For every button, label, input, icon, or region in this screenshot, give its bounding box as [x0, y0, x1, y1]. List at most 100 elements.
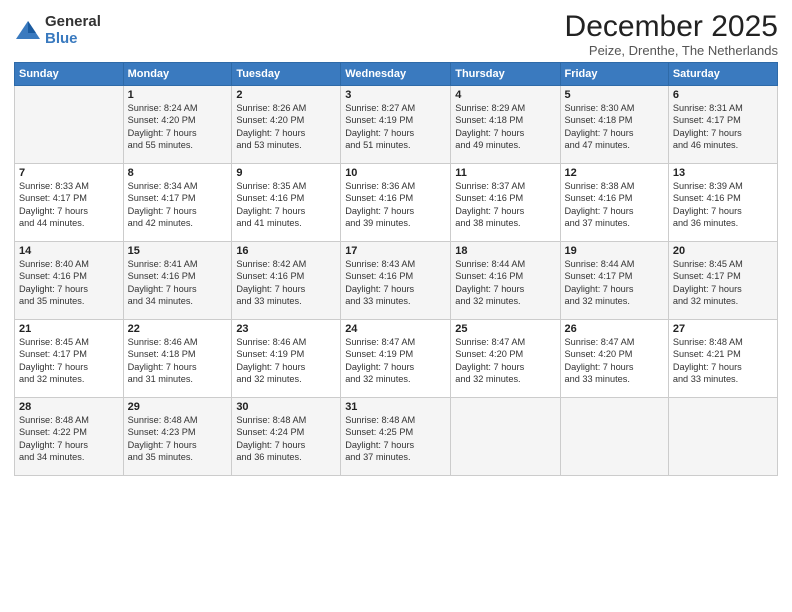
- week-row-1: 7Sunrise: 8:33 AM Sunset: 4:17 PM Daylig…: [15, 164, 778, 242]
- day-info: Sunrise: 8:46 AM Sunset: 4:19 PM Dayligh…: [236, 336, 336, 386]
- day-info: Sunrise: 8:47 AM Sunset: 4:20 PM Dayligh…: [455, 336, 555, 386]
- day-cell: 19Sunrise: 8:44 AM Sunset: 4:17 PM Dayli…: [560, 242, 668, 320]
- day-info: Sunrise: 8:47 AM Sunset: 4:19 PM Dayligh…: [345, 336, 446, 386]
- week-row-0: 1Sunrise: 8:24 AM Sunset: 4:20 PM Daylig…: [15, 86, 778, 164]
- day-info: Sunrise: 8:41 AM Sunset: 4:16 PM Dayligh…: [128, 258, 228, 308]
- day-number: 11: [455, 167, 555, 179]
- title-block: December 2025 Peize, Drenthe, The Nether…: [565, 10, 778, 58]
- day-cell: [451, 398, 560, 476]
- day-cell: 21Sunrise: 8:45 AM Sunset: 4:17 PM Dayli…: [15, 320, 124, 398]
- day-info: Sunrise: 8:26 AM Sunset: 4:20 PM Dayligh…: [236, 102, 336, 152]
- week-row-4: 28Sunrise: 8:48 AM Sunset: 4:22 PM Dayli…: [15, 398, 778, 476]
- day-info: Sunrise: 8:40 AM Sunset: 4:16 PM Dayligh…: [19, 258, 119, 308]
- day-number: 15: [128, 245, 228, 257]
- logo-icon: [14, 17, 42, 45]
- day-number: 2: [236, 89, 336, 101]
- day-info: Sunrise: 8:47 AM Sunset: 4:20 PM Dayligh…: [565, 336, 664, 386]
- day-info: Sunrise: 8:35 AM Sunset: 4:16 PM Dayligh…: [236, 180, 336, 230]
- col-monday: Monday: [123, 63, 232, 86]
- day-cell: 15Sunrise: 8:41 AM Sunset: 4:16 PM Dayli…: [123, 242, 232, 320]
- day-cell: 14Sunrise: 8:40 AM Sunset: 4:16 PM Dayli…: [15, 242, 124, 320]
- header-row: Sunday Monday Tuesday Wednesday Thursday…: [15, 63, 778, 86]
- day-info: Sunrise: 8:45 AM Sunset: 4:17 PM Dayligh…: [673, 258, 773, 308]
- day-cell: 13Sunrise: 8:39 AM Sunset: 4:16 PM Dayli…: [668, 164, 777, 242]
- day-number: 30: [236, 401, 336, 413]
- day-cell: 8Sunrise: 8:34 AM Sunset: 4:17 PM Daylig…: [123, 164, 232, 242]
- week-row-2: 14Sunrise: 8:40 AM Sunset: 4:16 PM Dayli…: [15, 242, 778, 320]
- day-cell: 20Sunrise: 8:45 AM Sunset: 4:17 PM Dayli…: [668, 242, 777, 320]
- day-info: Sunrise: 8:48 AM Sunset: 4:24 PM Dayligh…: [236, 414, 336, 464]
- day-cell: 9Sunrise: 8:35 AM Sunset: 4:16 PM Daylig…: [232, 164, 341, 242]
- day-number: 27: [673, 323, 773, 335]
- day-number: 4: [455, 89, 555, 101]
- day-info: Sunrise: 8:48 AM Sunset: 4:21 PM Dayligh…: [673, 336, 773, 386]
- day-number: 20: [673, 245, 773, 257]
- day-number: 5: [565, 89, 664, 101]
- day-cell: 27Sunrise: 8:48 AM Sunset: 4:21 PM Dayli…: [668, 320, 777, 398]
- day-cell: 17Sunrise: 8:43 AM Sunset: 4:16 PM Dayli…: [341, 242, 451, 320]
- day-info: Sunrise: 8:29 AM Sunset: 4:18 PM Dayligh…: [455, 102, 555, 152]
- page-container: General Blue December 2025 Peize, Drenth…: [0, 0, 792, 484]
- day-cell: 28Sunrise: 8:48 AM Sunset: 4:22 PM Dayli…: [15, 398, 124, 476]
- day-info: Sunrise: 8:24 AM Sunset: 4:20 PM Dayligh…: [128, 102, 228, 152]
- day-cell: 18Sunrise: 8:44 AM Sunset: 4:16 PM Dayli…: [451, 242, 560, 320]
- day-info: Sunrise: 8:31 AM Sunset: 4:17 PM Dayligh…: [673, 102, 773, 152]
- day-number: 26: [565, 323, 664, 335]
- day-number: 29: [128, 401, 228, 413]
- logo-general: General: [45, 14, 101, 31]
- day-number: 12: [565, 167, 664, 179]
- col-thursday: Thursday: [451, 63, 560, 86]
- day-info: Sunrise: 8:37 AM Sunset: 4:16 PM Dayligh…: [455, 180, 555, 230]
- day-number: 18: [455, 245, 555, 257]
- day-cell: 12Sunrise: 8:38 AM Sunset: 4:16 PM Dayli…: [560, 164, 668, 242]
- day-cell: 31Sunrise: 8:48 AM Sunset: 4:25 PM Dayli…: [341, 398, 451, 476]
- day-cell: 23Sunrise: 8:46 AM Sunset: 4:19 PM Dayli…: [232, 320, 341, 398]
- day-number: 28: [19, 401, 119, 413]
- day-cell: 10Sunrise: 8:36 AM Sunset: 4:16 PM Dayli…: [341, 164, 451, 242]
- day-cell: 26Sunrise: 8:47 AM Sunset: 4:20 PM Dayli…: [560, 320, 668, 398]
- day-info: Sunrise: 8:27 AM Sunset: 4:19 PM Dayligh…: [345, 102, 446, 152]
- day-cell: 3Sunrise: 8:27 AM Sunset: 4:19 PM Daylig…: [341, 86, 451, 164]
- day-cell: [15, 86, 124, 164]
- day-cell: 5Sunrise: 8:30 AM Sunset: 4:18 PM Daylig…: [560, 86, 668, 164]
- day-number: 3: [345, 89, 446, 101]
- day-number: 10: [345, 167, 446, 179]
- month-title: December 2025: [565, 10, 778, 43]
- day-info: Sunrise: 8:44 AM Sunset: 4:16 PM Dayligh…: [455, 258, 555, 308]
- day-cell: 30Sunrise: 8:48 AM Sunset: 4:24 PM Dayli…: [232, 398, 341, 476]
- day-cell: 2Sunrise: 8:26 AM Sunset: 4:20 PM Daylig…: [232, 86, 341, 164]
- calendar-body: 1Sunrise: 8:24 AM Sunset: 4:20 PM Daylig…: [15, 86, 778, 476]
- day-number: 6: [673, 89, 773, 101]
- day-info: Sunrise: 8:48 AM Sunset: 4:25 PM Dayligh…: [345, 414, 446, 464]
- day-info: Sunrise: 8:39 AM Sunset: 4:16 PM Dayligh…: [673, 180, 773, 230]
- day-cell: [668, 398, 777, 476]
- day-number: 14: [19, 245, 119, 257]
- col-saturday: Saturday: [668, 63, 777, 86]
- day-cell: 22Sunrise: 8:46 AM Sunset: 4:18 PM Dayli…: [123, 320, 232, 398]
- day-info: Sunrise: 8:30 AM Sunset: 4:18 PM Dayligh…: [565, 102, 664, 152]
- day-number: 1: [128, 89, 228, 101]
- col-wednesday: Wednesday: [341, 63, 451, 86]
- day-number: 31: [345, 401, 446, 413]
- day-number: 19: [565, 245, 664, 257]
- day-info: Sunrise: 8:38 AM Sunset: 4:16 PM Dayligh…: [565, 180, 664, 230]
- day-number: 16: [236, 245, 336, 257]
- col-friday: Friday: [560, 63, 668, 86]
- logo-blue: Blue: [45, 31, 101, 48]
- day-cell: 24Sunrise: 8:47 AM Sunset: 4:19 PM Dayli…: [341, 320, 451, 398]
- day-cell: 29Sunrise: 8:48 AM Sunset: 4:23 PM Dayli…: [123, 398, 232, 476]
- day-number: 23: [236, 323, 336, 335]
- col-sunday: Sunday: [15, 63, 124, 86]
- day-number: 17: [345, 245, 446, 257]
- logo-text: General Blue: [45, 14, 101, 47]
- day-number: 7: [19, 167, 119, 179]
- day-number: 22: [128, 323, 228, 335]
- day-cell: 16Sunrise: 8:42 AM Sunset: 4:16 PM Dayli…: [232, 242, 341, 320]
- day-info: Sunrise: 8:34 AM Sunset: 4:17 PM Dayligh…: [128, 180, 228, 230]
- logo: General Blue: [14, 14, 101, 47]
- day-cell: 6Sunrise: 8:31 AM Sunset: 4:17 PM Daylig…: [668, 86, 777, 164]
- col-tuesday: Tuesday: [232, 63, 341, 86]
- day-cell: 11Sunrise: 8:37 AM Sunset: 4:16 PM Dayli…: [451, 164, 560, 242]
- day-info: Sunrise: 8:45 AM Sunset: 4:17 PM Dayligh…: [19, 336, 119, 386]
- day-info: Sunrise: 8:44 AM Sunset: 4:17 PM Dayligh…: [565, 258, 664, 308]
